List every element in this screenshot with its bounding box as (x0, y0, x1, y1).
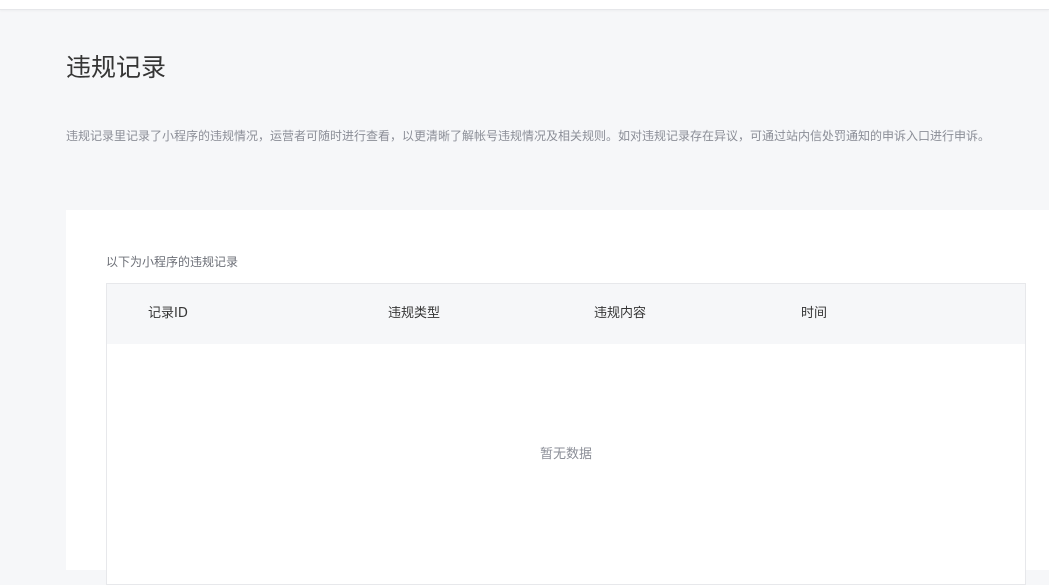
column-header-time: 时间 (801, 306, 828, 321)
records-card: 以下为小程序的违规记录 记录ID 违规类型 违规内容 时间 暂无数据 (66, 210, 1049, 585)
page-title: 违规记录 (66, 53, 167, 82)
column-header-record-id: 记录ID (148, 306, 188, 321)
column-header-violation-type: 违规类型 (388, 306, 441, 321)
records-table: 记录ID 违规类型 违规内容 时间 暂无数据 (106, 283, 1026, 585)
top-navigation-bar (0, 0, 1049, 10)
records-section-label: 以下为小程序的违规记录 (106, 255, 239, 269)
violation-records-page: 违规记录 违规记录里记录了小程序的违规情况，运营者可随时进行查看，以更清晰了解帐… (0, 10, 1049, 585)
empty-state-text: 暂无数据 (539, 447, 592, 462)
page-description: 违规记录里记录了小程序的违规情况，运营者可随时进行查看，以更清晰了解帐号违规情况… (66, 129, 991, 143)
table-header: 记录ID 违规类型 违规内容 时间 (107, 284, 1025, 344)
column-header-violation-content: 违规内容 (594, 306, 647, 321)
